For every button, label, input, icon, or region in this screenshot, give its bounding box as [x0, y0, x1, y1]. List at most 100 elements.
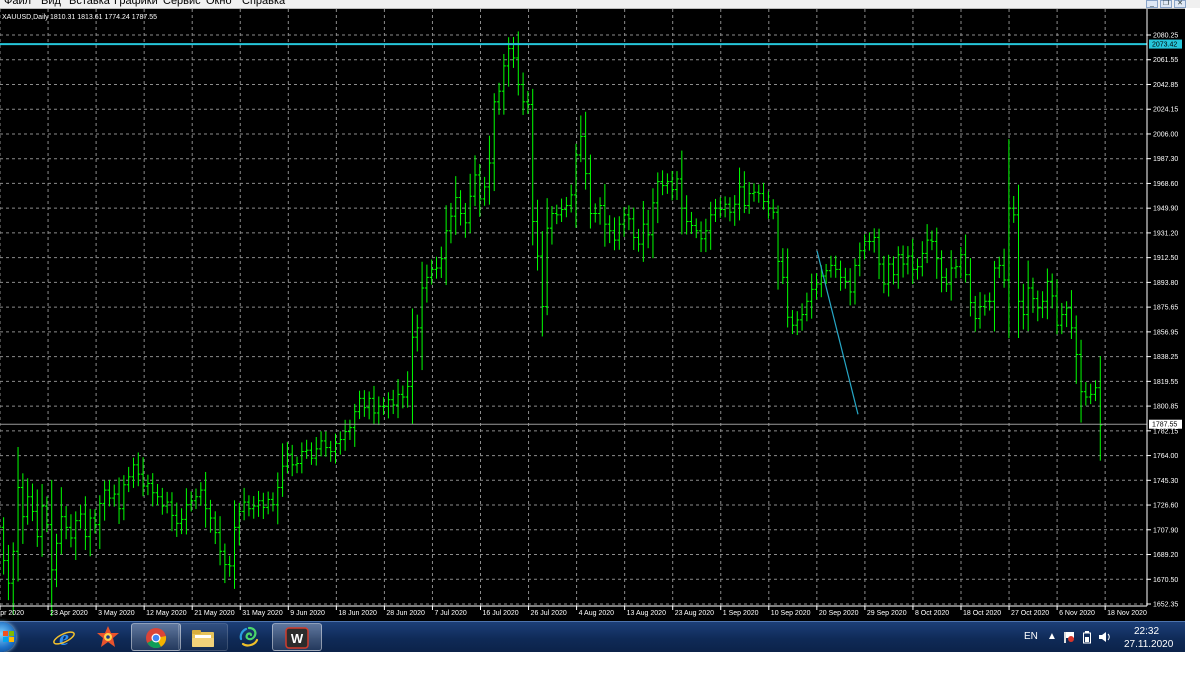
price-tick-label: 1875.65 [1153, 305, 1178, 312]
close-button[interactable]: ✕ [1174, 0, 1186, 8]
ohlc-bar [699, 221, 704, 253]
time-tick-label: 18 Jun 2020 [338, 610, 377, 617]
time-tick-label: 23 Apr 2020 [50, 610, 88, 617]
ohlc-bar [6, 544, 11, 601]
ohlc-bar [266, 491, 271, 515]
price-tick-label: 2080.25 [1153, 33, 1178, 40]
ohlc-bar [323, 431, 328, 457]
ohlc-bar [588, 154, 593, 229]
taskbar-app-chrome[interactable] [131, 623, 181, 651]
time-tick-label: 29 Sep 2020 [867, 610, 907, 617]
minimize-button[interactable]: _ [1146, 0, 1158, 8]
ohlc-bar [833, 255, 838, 278]
ohlc-bar [78, 504, 83, 529]
ohlc-bar [126, 466, 131, 493]
ohlc-bar [703, 218, 708, 253]
time-tick-label: 8 Oct 2020 [915, 610, 949, 617]
spiral-app-icon [239, 626, 259, 647]
ohlc-bar [751, 183, 756, 202]
battery-icon[interactable] [1083, 631, 1092, 644]
menu-help[interactable]: Справка [242, 0, 285, 8]
ohlc-bar [333, 433, 338, 464]
price-tick-label: 1689.20 [1153, 552, 1178, 559]
ohlc-bar [448, 202, 453, 244]
ohlc-bar [242, 487, 247, 521]
ohlc-bar [295, 456, 300, 474]
ohlc-bar [771, 199, 776, 220]
ohlc-bar [727, 197, 732, 222]
ohlc-bar [607, 215, 612, 244]
restore-button[interactable]: ❐ [1160, 0, 1172, 8]
price-tick-label: 1745.30 [1153, 478, 1178, 485]
ohlc-bar [386, 392, 391, 419]
clock-date[interactable]: 27.11.2020 [1124, 639, 1173, 650]
ohlc-bar [1064, 301, 1069, 328]
price-tick-label: 1782.15 [1153, 428, 1178, 435]
show-hidden-icons-icon[interactable]: ▲ [1047, 632, 1057, 642]
metatrader-icon: W [285, 627, 309, 649]
ohlc-bar [708, 201, 713, 250]
ohlc-bar [309, 442, 314, 465]
ohlc-bar [280, 443, 285, 497]
ohlc-bar [16, 446, 21, 582]
ohlc-bar [97, 495, 102, 550]
time-tick-label: 7 Jul 2020 [434, 610, 466, 617]
ohlc-bar [766, 191, 771, 219]
menu-file[interactable]: Файл [4, 0, 31, 8]
price-tick-label: 1931.20 [1153, 230, 1178, 237]
menu-view[interactable]: Вид [41, 0, 61, 8]
ohlc-bar [1035, 290, 1040, 322]
ohlc-bar [25, 478, 30, 525]
taskbar-app-yandex[interactable] [84, 623, 134, 651]
menu-tools[interactable]: Сервис [163, 0, 201, 8]
menu-charts[interactable]: Графики [114, 0, 158, 8]
clock-time[interactable]: 22:32 [1134, 626, 1159, 637]
chart-window[interactable]: 2073.42 1787.55 2080.25 2061.55 2042.85 2024… [0, 8, 1185, 622]
price-tick-label: 1707.90 [1153, 527, 1178, 534]
screen-margin [0, 652, 1200, 675]
ohlc-bar [761, 182, 766, 210]
time-tick-label: 26 Jul 2020 [531, 610, 567, 617]
ohlc-bar [400, 385, 405, 409]
ohlc-bar [978, 292, 983, 329]
volume-icon[interactable] [1098, 631, 1112, 643]
ohlc-bar [1002, 248, 1007, 288]
menu-insert[interactable]: Вставка [69, 0, 110, 8]
ohlc-bar [73, 511, 78, 560]
ohlc-bar [256, 490, 261, 517]
ohlc-bar [424, 264, 429, 303]
ohlc-bar [675, 171, 680, 200]
ohlc-bar [213, 511, 218, 545]
ohlc-bar [641, 200, 646, 262]
ohlc-bar [732, 195, 737, 226]
time-tick-label: 1 Sep 2020 [723, 610, 759, 617]
ohlc-bar [35, 489, 40, 547]
action-center-flag-icon[interactable] [1063, 631, 1075, 643]
ohlc-bar [194, 488, 199, 510]
ohlc-bar [689, 211, 694, 234]
windows-logo-icon [3, 631, 14, 642]
ohlc-bar [593, 203, 598, 223]
ohlc-bar [492, 93, 497, 192]
ohlc-bar [1011, 195, 1016, 223]
start-button[interactable] [0, 622, 16, 652]
ohlc-bar [405, 371, 410, 408]
ohlc-bar [535, 199, 540, 271]
price-chart[interactable]: 2073.421787.55 2080.25 2061.55 2042.85 2024… [0, 9, 1185, 622]
taskbar-app-metatrader[interactable]: W [272, 623, 322, 651]
ohlc-bar [347, 419, 352, 440]
taskbar-app-explorer[interactable] [178, 623, 228, 651]
language-indicator[interactable]: EN [1024, 631, 1038, 642]
ohlc-bar [857, 242, 862, 277]
ohlc-bar [319, 431, 324, 457]
ohlc-bar [1088, 383, 1093, 405]
ohlc-bar [453, 176, 458, 235]
menu-window[interactable]: Окно [206, 0, 232, 8]
taskbar-app-ie[interactable]: e [40, 623, 90, 651]
time-tick-label: 6 Nov 2020 [1059, 610, 1095, 617]
taskbar-app-trading[interactable] [225, 623, 275, 651]
ohlc-bar [227, 555, 232, 577]
ohlc-bar [117, 477, 122, 524]
ohlc-bar [862, 234, 867, 260]
ohlc-bar [578, 115, 583, 163]
